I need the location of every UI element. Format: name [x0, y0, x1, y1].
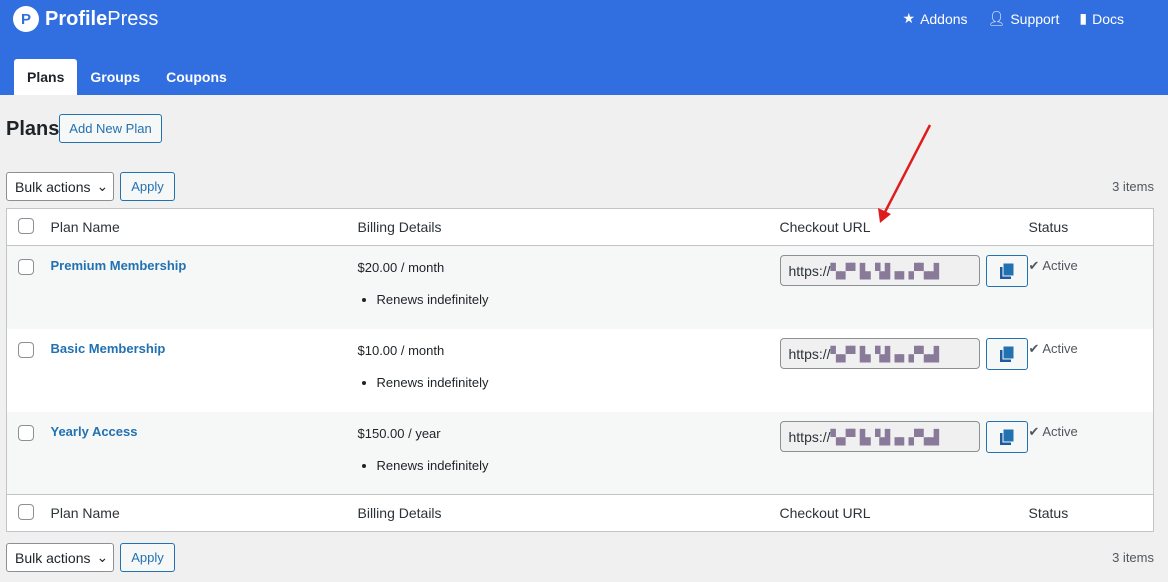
- annotation-arrow: [0, 0, 1168, 582]
